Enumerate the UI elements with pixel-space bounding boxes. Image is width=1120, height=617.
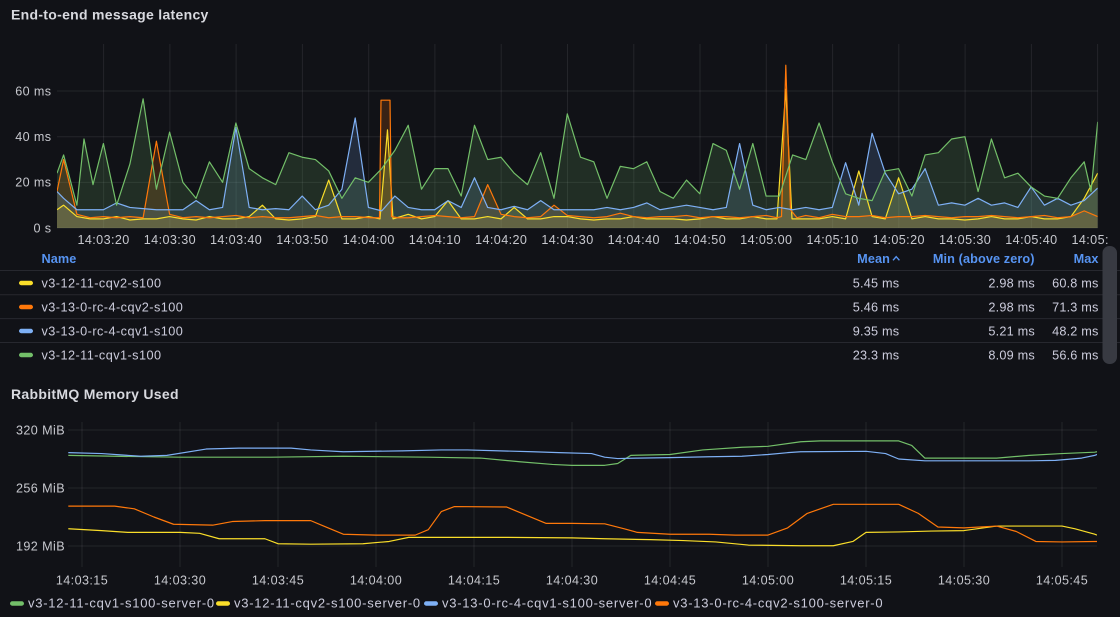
svg-text:Name: Name [42,252,77,266]
svg-text:56.6 ms: 56.6 ms [1052,349,1099,363]
svg-text:14:03:20: 14:03:20 [77,233,129,247]
svg-text:14:05:00: 14:05:00 [740,233,792,247]
svg-text:14:05:30: 14:05:30 [939,233,991,247]
svg-text:v3-13-0-rc-4-cqv1-s100: v3-13-0-rc-4-cqv1-s100 [42,325,184,339]
svg-text:Max: Max [1074,252,1099,266]
svg-text:14:04:45: 14:04:45 [644,574,696,588]
svg-text:14:05:45: 14:05:45 [1036,574,1088,588]
svg-text:14:04:30: 14:04:30 [541,233,593,247]
svg-text:60 ms: 60 ms [15,84,51,98]
svg-text:14:03:30: 14:03:30 [154,574,206,588]
svg-text:v3-13-0-rc-4-cqv2-s100-server-: v3-13-0-rc-4-cqv2-s100-server-0 [673,596,883,611]
svg-text:14:03:15: 14:03:15 [56,574,108,588]
svg-text:RabbitMQ Memory Used: RabbitMQ Memory Used [11,386,179,402]
svg-text:5.45 ms: 5.45 ms [853,277,900,291]
svg-text:14:04:40: 14:04:40 [608,233,660,247]
svg-text:14:05:00: 14:05:00 [742,574,794,588]
svg-text:48.2 ms: 48.2 ms [1052,325,1099,339]
svg-text:60.8 ms: 60.8 ms [1052,277,1099,291]
svg-text:14:04:50: 14:04:50 [674,233,726,247]
svg-text:14:04:15: 14:04:15 [448,574,500,588]
svg-text:71.3 ms: 71.3 ms [1052,301,1099,315]
svg-text:14:04:10: 14:04:10 [409,233,461,247]
svg-text:20 ms: 20 ms [15,176,51,190]
svg-text:14:05:20: 14:05:20 [873,233,925,247]
svg-text:14:05:40: 14:05:40 [1005,233,1057,247]
svg-text:v3-12-11-cqv2-s100-server-0: v3-12-11-cqv2-s100-server-0 [234,596,421,611]
svg-text:320 MiB: 320 MiB [16,423,65,437]
svg-text:8.09 ms: 8.09 ms [988,349,1035,363]
svg-text:End-to-end message latency: End-to-end message latency [11,6,209,22]
svg-text:Mean: Mean [857,252,890,266]
svg-text:v3-12-11-cqv1-s100: v3-12-11-cqv1-s100 [42,349,162,363]
svg-text:v3-13-0-rc-4-cqv2-s100: v3-13-0-rc-4-cqv2-s100 [42,301,184,315]
svg-text:5.46 ms: 5.46 ms [853,301,900,315]
svg-text:2.98 ms: 2.98 ms [988,277,1035,291]
svg-text:5.21 ms: 5.21 ms [988,325,1035,339]
svg-text:0 s: 0 s [34,221,52,235]
svg-text:14:05:10: 14:05:10 [806,233,858,247]
svg-text:14:03:30: 14:03:30 [144,233,196,247]
svg-text:14:04:00: 14:04:00 [343,233,395,247]
svg-text:9.35 ms: 9.35 ms [853,325,900,339]
svg-text:v3-12-11-cqv1-s100-server-0: v3-12-11-cqv1-s100-server-0 [28,596,215,611]
svg-text:14:03:40: 14:03:40 [210,233,262,247]
svg-text:14:05:15: 14:05:15 [840,574,892,588]
svg-text:14:03:45: 14:03:45 [252,574,304,588]
svg-text:40 ms: 40 ms [15,130,51,144]
svg-text:Min (above zero): Min (above zero) [933,252,1035,266]
svg-text:14:04:00: 14:04:00 [350,574,402,588]
svg-text:192 MiB: 192 MiB [16,539,65,553]
svg-text:14:04:20: 14:04:20 [475,233,527,247]
svg-text:14:03:50: 14:03:50 [276,233,328,247]
svg-text:2.98 ms: 2.98 ms [988,301,1035,315]
svg-text:14:04:30: 14:04:30 [546,574,598,588]
svg-text:256 MiB: 256 MiB [16,481,65,495]
svg-text:v3-12-11-cqv2-s100: v3-12-11-cqv2-s100 [42,277,162,291]
svg-text:v3-13-0-rc-4-cqv1-s100-server-: v3-13-0-rc-4-cqv1-s100-server-0 [442,596,652,611]
svg-text:23.3 ms: 23.3 ms [853,349,900,363]
svg-text:14:05:30: 14:05:30 [938,574,990,588]
